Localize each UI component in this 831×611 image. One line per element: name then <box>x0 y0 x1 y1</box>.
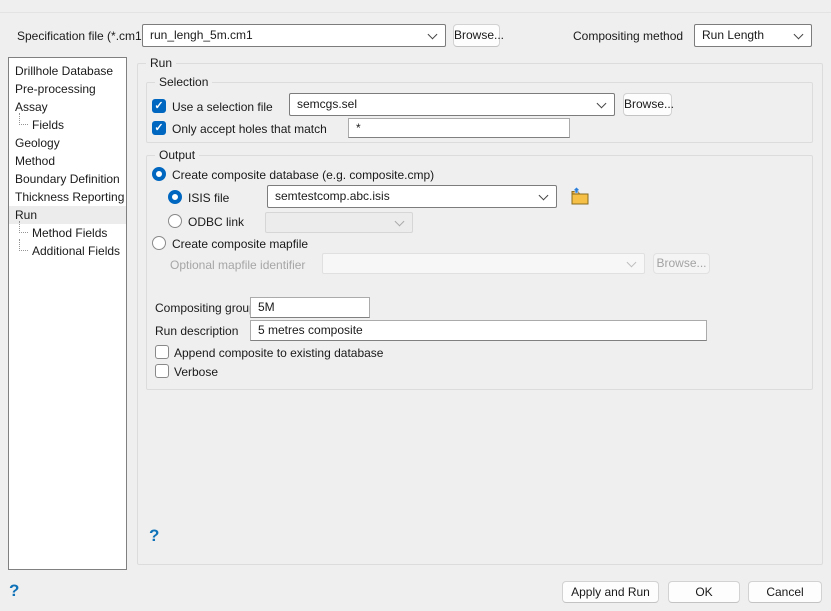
chevron-down-icon <box>597 98 607 108</box>
chevron-down-icon <box>395 216 405 226</box>
sidebar-item-boundary-definition[interactable]: Boundary Definition <box>9 170 126 188</box>
tree-branch-icon <box>19 113 28 125</box>
sidebar-item-label: Thickness Reporting <box>15 190 124 204</box>
sidebar-item-geology[interactable]: Geology <box>9 134 126 152</box>
isis-file-value: semtestcomp.abc.isis <box>275 189 390 203</box>
selection-file-value: semcgs.sel <box>297 97 357 111</box>
create-composite-mapfile-radio[interactable] <box>152 236 166 250</box>
selection-browse-button[interactable]: Browse... <box>623 93 672 116</box>
isis-file-label: ISIS file <box>188 191 229 205</box>
selection-file-combobox[interactable]: semcgs.sel <box>289 93 615 116</box>
check-icon: ✓ <box>154 122 163 134</box>
dialog-help-icon[interactable]: ? <box>9 582 19 600</box>
compositing-group-label: Compositing group <box>155 301 256 315</box>
only-accept-holes-checkbox[interactable]: ✓ <box>152 121 166 135</box>
sidebar-item-pre-processing[interactable]: Pre-processing <box>9 80 126 98</box>
verbose-checkbox[interactable] <box>155 364 169 378</box>
compositing-method-value: Run Length <box>702 28 764 42</box>
panel-help-icon[interactable]: ? <box>149 527 159 545</box>
tree-branch-icon <box>19 239 28 251</box>
sidebar-item-assay-fields[interactable]: Fields <box>9 116 126 134</box>
output-group-title: Output <box>155 148 199 162</box>
compositing-group-input[interactable]: 5M <box>250 297 370 318</box>
chevron-down-icon <box>794 29 804 39</box>
specification-file-combobox[interactable]: run_lengh_5m.cm1 <box>142 24 446 47</box>
sidebar-item-label: Additional Fields <box>32 244 120 258</box>
ok-button[interactable]: OK <box>668 581 740 603</box>
specification-file-value: run_lengh_5m.cm1 <box>150 28 253 42</box>
spec-browse-button[interactable]: Browse... <box>453 24 500 47</box>
optional-mapfile-combobox <box>322 253 645 274</box>
sidebar-item-label: Pre-processing <box>15 82 96 96</box>
verbose-label: Verbose <box>174 365 218 379</box>
sidebar-item-label: Method Fields <box>32 226 107 240</box>
sidebar-item-label: Boundary Definition <box>15 172 120 186</box>
match-pattern-input[interactable]: * <box>348 118 570 138</box>
odbc-link-label: ODBC link <box>188 215 244 229</box>
run-description-label: Run description <box>155 324 238 338</box>
settings-tree-panel: Drillhole Database Pre-processing Assay … <box>8 57 127 570</box>
open-folder-button[interactable] <box>568 186 592 208</box>
sidebar-item-label: Drillhole Database <box>15 64 113 78</box>
run-description-input[interactable]: 5 metres composite <box>250 320 707 341</box>
sidebar-item-label: Geology <box>15 136 60 150</box>
sidebar-item-label: Run <box>15 208 37 222</box>
top-divider <box>0 12 831 13</box>
compositing-method-label: Compositing method <box>573 29 683 43</box>
append-composite-label: Append composite to existing database <box>174 346 383 360</box>
odbc-link-combobox <box>265 212 413 233</box>
isis-file-radio[interactable] <box>168 190 182 204</box>
selection-group-title: Selection <box>155 75 212 89</box>
mapfile-browse-button: Browse... <box>653 253 710 274</box>
create-composite-mapfile-label: Create composite mapfile <box>172 237 308 251</box>
sidebar-item-method[interactable]: Method <box>9 152 126 170</box>
run-group-title: Run <box>146 56 176 70</box>
create-composite-database-radio[interactable] <box>152 167 166 181</box>
append-composite-checkbox[interactable] <box>155 345 169 359</box>
odbc-link-radio[interactable] <box>168 214 182 228</box>
sidebar-item-label: Method <box>15 154 55 168</box>
use-selection-file-checkbox[interactable]: ✓ <box>152 99 166 113</box>
specification-file-label: Specification file (*.cm1) <box>17 29 146 43</box>
sidebar-item-label: Assay <box>15 100 48 114</box>
chevron-down-icon <box>428 29 438 39</box>
sidebar-item-additional-fields[interactable]: Additional Fields <box>9 242 126 260</box>
compositing-method-combobox[interactable]: Run Length <box>694 24 812 47</box>
use-selection-file-label: Use a selection file <box>172 100 273 114</box>
chevron-down-icon <box>627 257 637 267</box>
open-folder-icon <box>568 186 592 208</box>
only-accept-holes-label: Only accept holes that match <box>172 122 327 136</box>
chevron-down-icon <box>539 190 549 200</box>
sidebar-item-thickness-reporting[interactable]: Thickness Reporting <box>9 188 126 206</box>
optional-mapfile-identifier-label: Optional mapfile identifier <box>170 258 305 272</box>
cancel-button[interactable]: Cancel <box>748 581 822 603</box>
sidebar-item-label: Fields <box>32 118 64 132</box>
create-composite-database-label: Create composite database (e.g. composit… <box>172 168 434 182</box>
isis-file-combobox[interactable]: semtestcomp.abc.isis <box>267 185 557 208</box>
check-icon: ✓ <box>154 100 163 112</box>
apply-and-run-button[interactable]: Apply and Run <box>562 581 659 603</box>
tree-branch-icon <box>19 221 28 233</box>
sidebar-item-drillhole-database[interactable]: Drillhole Database <box>9 62 126 80</box>
